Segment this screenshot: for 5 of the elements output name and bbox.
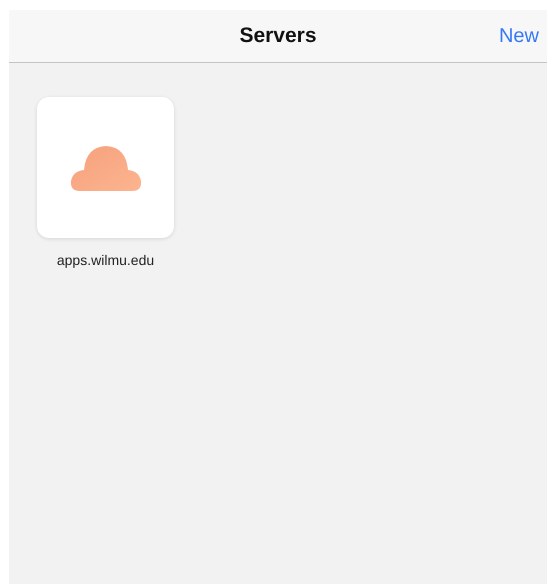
page-title: Servers	[239, 24, 317, 48]
cloud-icon	[70, 144, 142, 190]
server-name: apps.wilmu.edu	[56, 252, 154, 268]
server-tile[interactable]	[37, 97, 174, 238]
new-button[interactable]: New	[498, 24, 547, 48]
